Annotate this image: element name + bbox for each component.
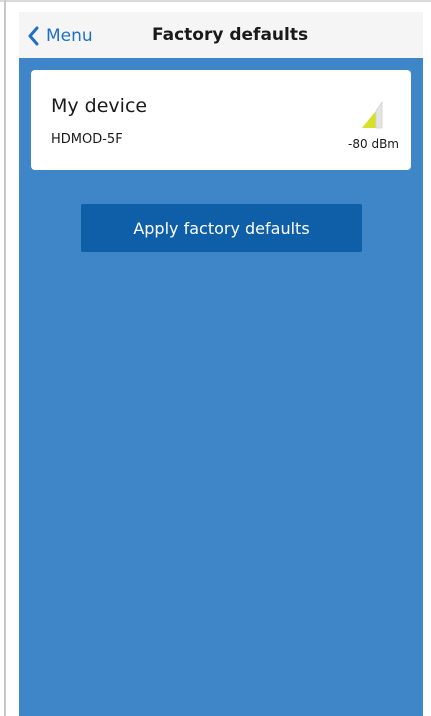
device-model: HDMOD-5F (51, 132, 123, 147)
app-frame: Menu Factory defaults My device HDMOD-5F… (0, 0, 431, 716)
back-button[interactable]: Menu (27, 22, 93, 50)
window-left-border (4, 0, 6, 716)
signal-strength-icon (360, 98, 384, 134)
app-screen: Menu Factory defaults My device HDMOD-5F… (19, 12, 423, 716)
back-button-label: Menu (46, 26, 93, 46)
apply-factory-defaults-button[interactable]: Apply factory defaults (81, 204, 362, 252)
window-top-border (0, 0, 431, 2)
device-card[interactable]: My device HDMOD-5F -80 dBm (31, 70, 411, 170)
page-title: Factory defaults (152, 25, 309, 45)
navigation-bar: Menu Factory defaults (19, 12, 423, 58)
device-name: My device (51, 95, 148, 117)
chevron-left-icon (27, 26, 39, 46)
signal-strength-value: -80 dBm (348, 137, 399, 151)
